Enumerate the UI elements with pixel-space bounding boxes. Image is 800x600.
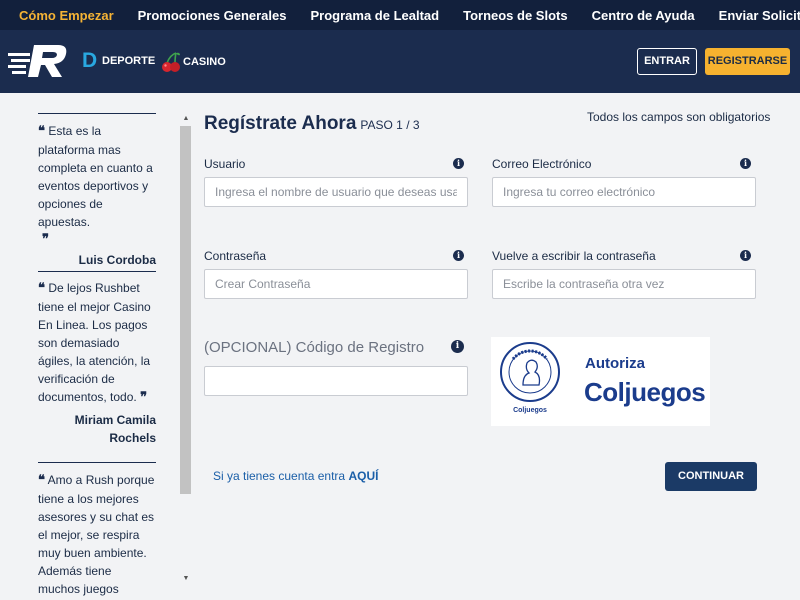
site-header: D DEPORTE CASINO ENTRAR REGISTRARSE (0, 30, 800, 93)
testimonial-text: De lejos Rushbet tiene el mejor Casino E… (38, 281, 151, 404)
nav-torneos-de-slots[interactable]: Torneos de Slots (463, 8, 568, 23)
deporte-d-icon: D (82, 49, 98, 72)
entrar-button[interactable]: ENTRAR (637, 48, 697, 75)
testimonial-author: Miriam Camila Rochels (74, 413, 156, 445)
seal-caption: Coljuegos (513, 407, 547, 414)
scroll-up-arrow-icon[interactable]: ▲ (181, 114, 191, 124)
coljuegos-seal-icon (500, 342, 560, 402)
login-link[interactable]: AQUÍ (348, 469, 378, 483)
info-icon[interactable]: i (453, 250, 464, 261)
continuar-button[interactable]: CONTINUAR (665, 462, 757, 491)
nav-centro-de-ayuda[interactable]: Centro de Ayuda (592, 8, 695, 23)
close-quote-icon: ❞ (140, 390, 148, 405)
info-icon[interactable]: i (740, 250, 751, 261)
coljuegos-badge: Coljuegos Autoriza Coljuegos (491, 337, 710, 426)
form-title-text: Regístrate Ahora (204, 113, 357, 134)
testimonial-3: ❝ Amo a Rush porque tiene a los mejores … (38, 471, 156, 600)
deporte-link[interactable]: D DEPORTE (82, 49, 156, 72)
form-step: PASO 1 / 3 (360, 118, 420, 132)
casino-label: CASINO (183, 56, 226, 68)
divider (38, 271, 156, 272)
testimonial-author: Luis Cordoba (78, 253, 156, 267)
codigo-input[interactable] (204, 366, 468, 396)
required-note: Todos los campos son obligatorios (587, 110, 771, 124)
correo-label: Correo Electrónico (492, 157, 592, 171)
testimonial-text: Esta es la plataforma mas completa en cu… (38, 124, 153, 229)
nav-promociones-generales[interactable]: Promociones Generales (138, 8, 287, 23)
nav-enviar-solicitud[interactable]: Enviar Solicitud (719, 8, 800, 23)
nav-como-empezar[interactable]: Cómo Empezar (19, 8, 114, 23)
casino-link[interactable]: CASINO (161, 51, 226, 73)
open-quote-icon: ❝ (38, 124, 45, 139)
info-icon[interactable]: i (740, 158, 751, 169)
top-nav: Cómo Empezar Promociones Generales Progr… (0, 0, 800, 30)
testimonial-text: Amo a Rush porque tiene a los mejores as… (38, 473, 155, 596)
scrollbar-thumb[interactable] (180, 126, 191, 494)
scroll-down-arrow-icon[interactable]: ▼ (181, 574, 191, 584)
login-prefix: Si ya tienes cuenta entra (213, 469, 346, 483)
divider (38, 462, 156, 463)
usuario-input[interactable] (204, 177, 468, 207)
testimonials-panel: ❝ Esta es la plataforma mas completa en … (28, 93, 160, 600)
codigo-label: (OPCIONAL) Código de Registro (204, 339, 425, 356)
deporte-label: DEPORTE (102, 54, 156, 67)
divider (38, 113, 156, 114)
open-quote-icon: ❝ (38, 281, 45, 296)
registrarse-button[interactable]: REGISTRARSE (705, 48, 790, 75)
testimonial-2: ❝ De lejos Rushbet tiene el mejor Casino… (38, 279, 156, 447)
info-icon[interactable]: i (451, 340, 464, 353)
nav-programa-de-lealtad[interactable]: Programa de Lealtad (310, 8, 439, 23)
correo-input[interactable] (492, 177, 756, 207)
info-icon[interactable]: i (453, 158, 464, 169)
password-label: Contraseña (204, 249, 267, 263)
close-quote-icon: ❞ (42, 232, 49, 247)
form-title: Regístrate Ahora PASO 1 / 3 (204, 113, 420, 135)
coljuegos-logo-text: Coljuegos (584, 377, 706, 407)
password-confirm-label: Vuelve a escribir la contraseña (492, 249, 656, 263)
open-quote-icon: ❝ (38, 473, 45, 488)
cherry-icon (162, 52, 180, 72)
autoriza-text: Autoriza (585, 355, 645, 372)
testimonial-1: ❝ Esta es la plataforma mas completa en … (38, 122, 156, 269)
login-prompt: Si ya tienes cuenta entra AQUÍ (213, 469, 378, 483)
rushbet-logo[interactable] (8, 41, 70, 81)
password-confirm-input[interactable] (492, 269, 756, 299)
password-input[interactable] (204, 269, 468, 299)
usuario-label: Usuario (204, 157, 246, 171)
